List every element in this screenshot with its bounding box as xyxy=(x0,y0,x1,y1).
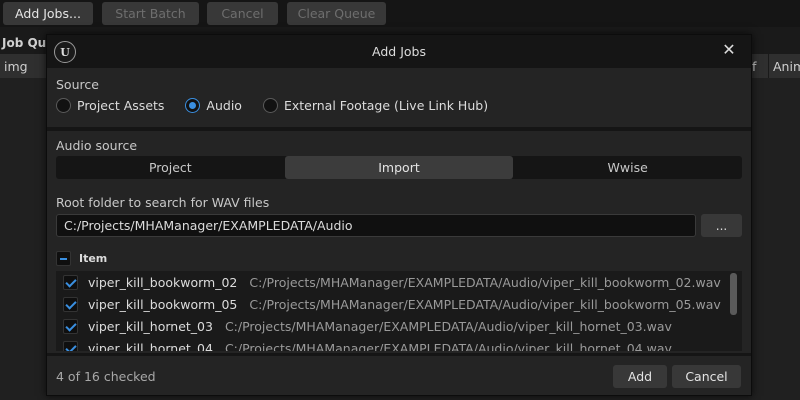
item-name: viper_kill_hornet_03 xyxy=(88,318,213,334)
footer-divider xyxy=(47,353,751,356)
item-path: C:/Projects/MHAManager/EXAMPLEDATA/Audio… xyxy=(249,274,721,290)
browse-button[interactable]: ... xyxy=(701,214,742,237)
audio-source-label: Audio source xyxy=(56,138,138,153)
radio-external-footage[interactable]: External Footage (Live Link Hub) xyxy=(262,98,489,113)
column-header-img[interactable]: img xyxy=(0,54,46,78)
radio-audio[interactable]: Audio xyxy=(185,98,242,113)
list-header: Item xyxy=(56,247,742,269)
select-all-checkbox[interactable] xyxy=(56,250,71,266)
item-checkbox[interactable] xyxy=(63,274,78,290)
column-header-f[interactable]: f xyxy=(752,54,768,78)
cancel-batch-button[interactable]: Cancel xyxy=(207,2,278,25)
tab-project[interactable]: Project xyxy=(56,156,285,179)
radio-label: External Footage (Live Link Hub) xyxy=(283,98,489,113)
dialog-titlebar: Add Jobs U ✕ xyxy=(47,35,751,68)
root-folder-input[interactable]: C:/Projects/MHAManager/EXAMPLEDATA/Audio xyxy=(56,214,696,237)
radio-project-assets[interactable]: Project Assets xyxy=(56,98,164,113)
column-header-item[interactable]: Item xyxy=(79,252,107,265)
radio-unchecked-icon xyxy=(262,98,278,113)
list-scrollbar[interactable] xyxy=(730,273,737,315)
radio-label: Audio xyxy=(206,98,242,113)
add-jobs-button[interactable]: Add Jobs... xyxy=(3,2,93,25)
root-folder-label: Root folder to search for WAV files xyxy=(56,195,270,210)
list-item[interactable]: viper_kill_bookworm_02 C:/Projects/MHAMa… xyxy=(56,271,731,293)
main-toolbar: Add Jobs... Start Batch Cancel Clear Que… xyxy=(0,0,800,27)
dialog-title: Add Jobs xyxy=(372,44,426,59)
wav-file-list: viper_kill_bookworm_02 C:/Projects/MHAMa… xyxy=(56,271,742,351)
source-radio-group: Project Assets Audio External Footage (L… xyxy=(56,98,509,113)
tab-import[interactable]: Import xyxy=(284,156,514,179)
start-batch-button[interactable]: Start Batch xyxy=(102,2,199,25)
item-name: viper_kill_bookworm_02 xyxy=(88,274,238,290)
checked-count-status: 4 of 16 checked xyxy=(56,369,156,384)
list-item[interactable]: viper_kill_hornet_04 C:/Projects/MHAMana… xyxy=(56,337,731,351)
item-path: C:/Projects/MHAManager/EXAMPLEDATA/Audio… xyxy=(224,318,672,334)
list-item[interactable]: viper_kill_bookworm_05 C:/Projects/MHAMa… xyxy=(56,293,731,315)
close-icon[interactable]: ✕ xyxy=(717,37,741,61)
tab-wwise[interactable]: Wwise xyxy=(513,156,742,179)
radio-checked-icon xyxy=(185,98,201,113)
add-jobs-dialog: Add Jobs U ✕ Source Project Assets Audio… xyxy=(46,34,752,396)
source-label: Source xyxy=(56,77,99,92)
audio-source-tabs: Project Import Wwise xyxy=(56,156,742,179)
cancel-button[interactable]: Cancel xyxy=(672,365,741,388)
item-name: viper_kill_hornet_04 xyxy=(88,340,213,352)
item-path: C:/Projects/MHAManager/EXAMPLEDATA/Audio… xyxy=(249,296,721,312)
item-checkbox[interactable] xyxy=(63,340,78,351)
add-button[interactable]: Add xyxy=(613,365,667,388)
list-item[interactable]: viper_kill_hornet_03 C:/Projects/MHAMana… xyxy=(56,315,731,337)
radio-label: Project Assets xyxy=(77,98,165,113)
unreal-logo-icon: U xyxy=(54,41,76,63)
section-divider xyxy=(47,127,751,131)
item-path: C:/Projects/MHAManager/EXAMPLEDATA/Audio… xyxy=(224,340,672,352)
radio-unchecked-icon xyxy=(56,98,71,113)
item-checkbox[interactable] xyxy=(63,318,78,334)
item-checkbox[interactable] xyxy=(63,296,78,312)
item-name: viper_kill_bookworm_05 xyxy=(88,296,238,312)
column-header-anim[interactable]: Anim xyxy=(768,54,800,78)
clear-queue-button[interactable]: Clear Queue xyxy=(287,2,386,25)
